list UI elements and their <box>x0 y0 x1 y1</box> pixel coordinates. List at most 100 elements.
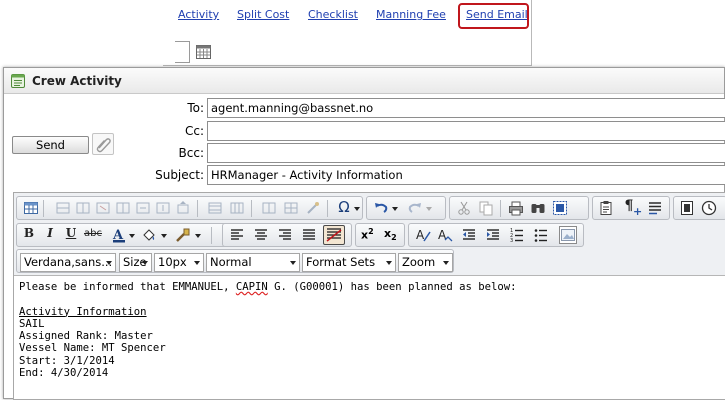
cc-field[interactable] <box>207 121 725 141</box>
chevron-down-icon[interactable] <box>161 234 167 238</box>
font-select[interactable]: Verdana,sans... <box>20 253 116 272</box>
find-icon[interactable] <box>530 200 546 216</box>
activity-heading: Activity Information <box>19 305 147 318</box>
row-props-icon[interactable] <box>207 200 223 216</box>
body-line: Start: 3/1/2014 <box>19 354 115 367</box>
strikethrough-button[interactable]: abc <box>82 228 104 239</box>
separator <box>500 200 501 217</box>
chevron-down-icon[interactable] <box>129 234 135 238</box>
bcc-field[interactable] <box>207 143 725 163</box>
subject-label: Subject: <box>155 168 204 182</box>
paragraph-plus-icon: + <box>633 205 643 218</box>
chevron-down-icon <box>142 261 148 265</box>
table-wizard-icon[interactable] <box>305 200 321 216</box>
bullet-list-icon[interactable] <box>533 227 549 243</box>
separator <box>43 200 44 217</box>
misspelled-word: CAPIN <box>235 281 268 293</box>
outdent-icon[interactable] <box>461 227 477 243</box>
send-email-highlight <box>458 3 529 29</box>
undo-icon[interactable] <box>373 200 389 216</box>
misc-toolbar <box>673 196 725 220</box>
chevron-down-icon[interactable] <box>354 207 360 211</box>
chevron-down-icon[interactable] <box>195 234 201 238</box>
table-props-icon[interactable] <box>283 200 299 216</box>
align-center-icon[interactable] <box>253 227 269 243</box>
editor-toolbar: Ω ¶ + B I U abc A x2 x2 A A 1 2 3 Verdan… <box>14 193 725 276</box>
to-field[interactable] <box>207 98 725 118</box>
paste-icon[interactable] <box>598 200 614 216</box>
style-select[interactable]: Normal <box>206 253 300 272</box>
spell-icon[interactable]: A <box>437 227 453 243</box>
align-left-icon[interactable] <box>229 227 245 243</box>
svg-text:A: A <box>416 228 425 242</box>
format-toolbar: B I U abc A <box>16 223 230 247</box>
clear-format-icon[interactable]: A <box>415 227 431 243</box>
font-color-icon[interactable]: A <box>111 227 127 243</box>
underline-button[interactable]: U <box>62 226 80 240</box>
indent-icon[interactable] <box>485 227 501 243</box>
dialog-titlebar: Crew Activity <box>4 68 724 94</box>
delete-column-icon[interactable] <box>115 200 131 216</box>
image-icon[interactable] <box>559 226 577 244</box>
rich-text-editor: Ω ¶ + B I U abc A x2 x2 A A 1 2 3 Verdan… <box>13 192 725 400</box>
numbered-list-icon[interactable]: 123 <box>509 227 525 243</box>
chevron-down-icon[interactable] <box>426 207 432 211</box>
justify-icon[interactable] <box>647 200 663 216</box>
calendar-icon[interactable] <box>196 45 211 59</box>
page-icon[interactable] <box>679 200 695 216</box>
format-sets-select[interactable]: Format Sets <box>302 253 396 272</box>
px-select[interactable]: 10px <box>154 253 204 272</box>
align-justify-icon[interactable] <box>301 227 317 243</box>
merge-cell-icon[interactable] <box>155 200 171 216</box>
chevron-down-icon[interactable] <box>392 207 398 211</box>
separator <box>251 200 252 217</box>
highlight-icon[interactable] <box>141 227 157 243</box>
tab-manning-fee[interactable]: Manning Fee <box>376 8 446 21</box>
background-date-field[interactable] <box>175 41 190 63</box>
svg-text:3: 3 <box>510 238 513 243</box>
cell-up-icon[interactable] <box>175 200 191 216</box>
editor-content[interactable]: Please be informed that EMMANUEL, CAPIN … <box>19 281 719 379</box>
subject-field[interactable] <box>207 165 725 185</box>
redo-icon[interactable] <box>407 200 423 216</box>
chevron-down-icon <box>443 261 449 265</box>
alignment-toolbar <box>222 223 352 247</box>
zoom-select[interactable]: Zoom <box>398 253 453 272</box>
tab-activity[interactable]: Activity <box>178 8 219 21</box>
tab-split-cost[interactable]: Split Cost <box>237 8 289 21</box>
crew-activity-dialog: Crew Activity To: Cc: Bcc: Subject: Send <box>3 67 725 400</box>
send-button[interactable]: Send <box>12 136 89 154</box>
print-icon[interactable] <box>508 200 524 216</box>
cut-icon[interactable] <box>456 200 472 216</box>
border-icon <box>324 228 344 247</box>
attach-button[interactable] <box>92 133 114 155</box>
clock-icon[interactable] <box>701 200 717 216</box>
body-line: Vessel Name: MT Spencer <box>19 342 166 355</box>
chevron-down-icon <box>106 261 112 265</box>
separator <box>197 200 198 217</box>
bold-button[interactable]: B <box>20 226 38 240</box>
paint-icon[interactable] <box>175 227 191 243</box>
subscript-icon[interactable]: x2 <box>384 227 397 242</box>
cell-props-icon[interactable] <box>261 200 277 216</box>
col-props-icon[interactable] <box>229 200 245 216</box>
table-icon[interactable] <box>23 200 39 216</box>
split-cell-icon[interactable] <box>135 200 151 216</box>
align-right-icon[interactable] <box>277 227 293 243</box>
paperclip-icon <box>93 138 113 157</box>
separator <box>211 227 212 244</box>
size-select[interactable]: Size <box>119 253 152 272</box>
delete-row-icon[interactable] <box>95 200 111 216</box>
superscript-icon[interactable]: x2 <box>361 227 374 242</box>
intro-text: Please be informed that EMMANUEL, CAPIN … <box>19 281 517 293</box>
insert-row-icon[interactable] <box>55 200 71 216</box>
copy-icon[interactable] <box>478 200 494 216</box>
tab-checklist[interactable]: Checklist <box>308 8 358 21</box>
insert-column-icon[interactable] <box>75 200 91 216</box>
script-toolbar: x2 x2 <box>355 223 405 247</box>
separator <box>327 200 328 217</box>
omega-icon[interactable]: Ω <box>335 198 353 216</box>
border-button[interactable] <box>323 225 345 245</box>
select-all-icon[interactable] <box>552 200 568 216</box>
italic-button[interactable]: I <box>41 226 59 240</box>
